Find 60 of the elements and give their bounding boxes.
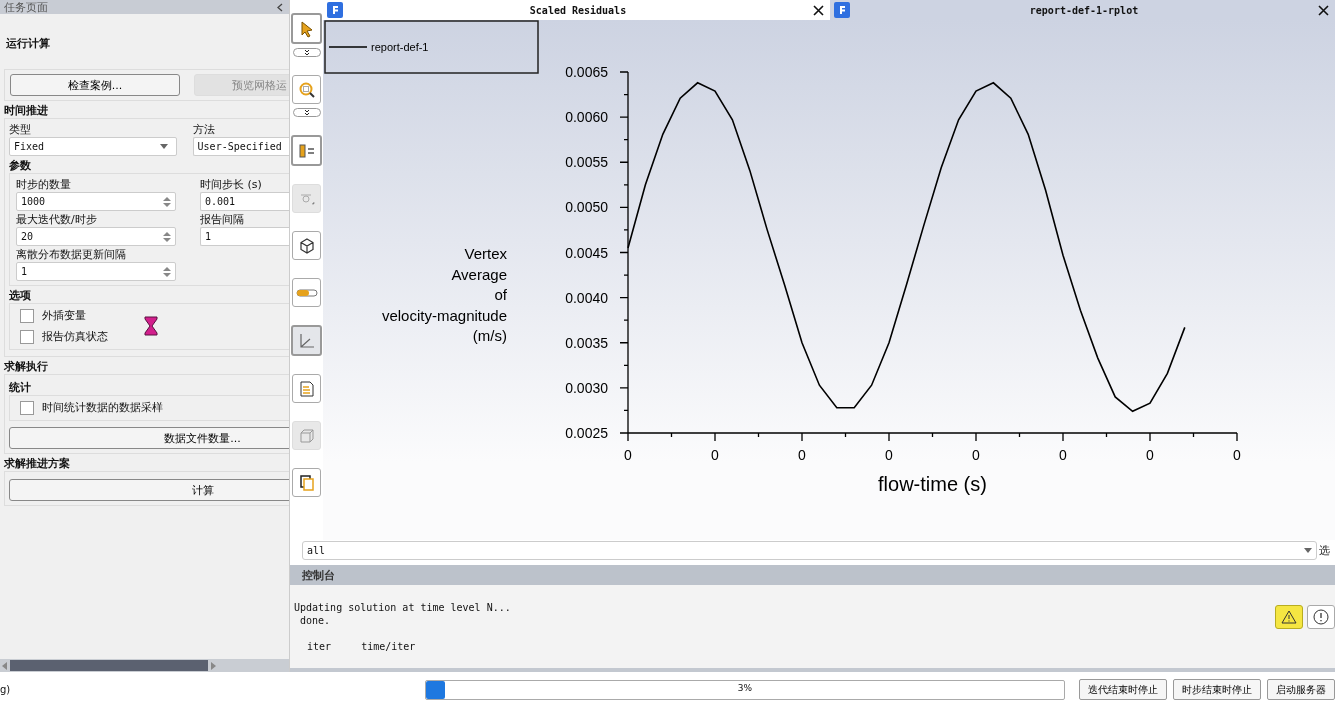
console-line: iter time/iter: [306, 640, 417, 654]
filter-dropdown[interactable]: all: [302, 541, 1317, 561]
status-text: g): [0, 684, 12, 695]
panel-button[interactable]: 检查案例...: [10, 74, 180, 96]
type-dropdown[interactable]: Fixed: [9, 137, 177, 156]
y-tick-label: 0.0025: [565, 425, 608, 441]
select-label: 选: [1319, 543, 1331, 559]
x-tick-label: 0: [798, 447, 806, 463]
y-tick-label: 0.0040: [565, 289, 608, 306]
panel-title: 任务页面: [4, 0, 48, 15]
y-tick-label: 0.0050: [565, 199, 608, 216]
x-tick-label: 0: [624, 447, 632, 463]
group-title: 求解执行: [4, 359, 49, 374]
checkbox-label: 报告仿真状态: [42, 329, 108, 344]
x-axis-label: flow-time (s): [878, 473, 987, 495]
x-tick-label: 0: [711, 447, 719, 463]
number-field[interactable]: 1: [200, 227, 289, 246]
field-label: 最大迭代数/时步: [16, 212, 98, 227]
data-file-button[interactable]: 数据文件数量...: [9, 427, 289, 449]
field-label: 报告间隔: [200, 212, 245, 227]
number-field[interactable]: 20: [16, 227, 176, 246]
y-tick-label: 0.0030: [565, 379, 608, 396]
number-field[interactable]: 0.001: [200, 192, 289, 211]
console-title: 控制台: [302, 567, 335, 583]
number-field[interactable]: 1000: [16, 192, 176, 211]
plot-tab[interactable]: Scaled Residuals: [323, 0, 830, 20]
field-label: 方法: [192, 122, 216, 137]
progress-label: 3%: [736, 682, 754, 693]
y-axis-label: Vertex Average of velocity-magnitude (m/s): [381, 245, 507, 344]
method-field[interactable]: User-Specified: [192, 137, 289, 156]
group-title: 求解推进方案: [4, 456, 71, 471]
legend-label: report-def-1: [371, 41, 429, 53]
field-label: 离散分布数据更新间隔: [16, 247, 127, 262]
console-line: Updating solution at time level N...: [294, 601, 511, 615]
group-title: 时间推进: [4, 103, 49, 118]
status-button[interactable]: 启动服务器: [1267, 679, 1335, 700]
section-heading: 运行计算: [6, 36, 51, 51]
x-tick-label: 0: [1059, 447, 1067, 463]
x-tick-label: 0: [1233, 447, 1241, 463]
number-field[interactable]: 1: [16, 262, 176, 281]
status-button[interactable]: 迭代结束时停止: [1079, 679, 1167, 700]
field-label: 时间步长 (s): [200, 177, 263, 192]
y-tick-label: 0.0045: [565, 244, 608, 261]
checkbox-label: 外插变量: [42, 308, 86, 323]
calculate-button[interactable]: 计算: [9, 479, 289, 501]
group-title: 统计: [9, 380, 32, 395]
group-title: 选项: [9, 288, 32, 303]
y-tick-label: 0.0065: [565, 64, 608, 80]
status-button[interactable]: 时步结束时停止: [1173, 679, 1261, 700]
x-tick-label: 0: [972, 447, 980, 463]
y-tick-label: 0.0035: [565, 334, 608, 351]
x-tick-label: 0: [1146, 447, 1154, 463]
y-tick-label: 0.0060: [565, 109, 608, 126]
checkbox-label: 时间统计数据的数据采样: [42, 400, 163, 415]
field-label: 时步的数量: [16, 177, 72, 192]
group-title: 参数: [9, 158, 32, 173]
y-tick-label: 0.0055: [565, 154, 608, 171]
x-tick-label: 0: [885, 447, 893, 463]
console-line: done.: [299, 614, 332, 628]
field-label: 类型: [9, 122, 32, 137]
